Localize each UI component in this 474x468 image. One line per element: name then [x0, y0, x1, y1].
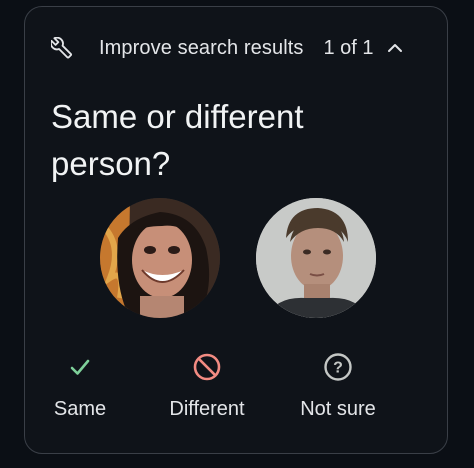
card-header: Improve search results 1 of 1: [51, 34, 431, 62]
header-title: Improve search results: [99, 36, 304, 59]
not-sure-label: Not sure: [300, 398, 376, 420]
prohibited-icon: [193, 353, 221, 381]
chevron-up-icon[interactable]: [386, 39, 404, 57]
not-sure-button[interactable]: ? Not sure: [278, 352, 398, 421]
different-button[interactable]: Different: [147, 352, 267, 421]
result-counter: 1 of 1: [323, 36, 374, 59]
wrench-icon: [51, 37, 73, 59]
check-icon: [70, 359, 90, 375]
face-image-1: [100, 198, 220, 318]
face-image-2: [256, 198, 376, 318]
question-circle-icon: ?: [324, 353, 352, 381]
svg-text:?: ?: [333, 360, 343, 377]
same-button[interactable]: Same: [20, 352, 140, 421]
same-label: Same: [53, 398, 107, 420]
different-label: Different: [169, 398, 245, 420]
question-heading: Same or different person?: [51, 98, 304, 182]
answer-actions: Same Different ? Not sure: [0, 352, 474, 432]
